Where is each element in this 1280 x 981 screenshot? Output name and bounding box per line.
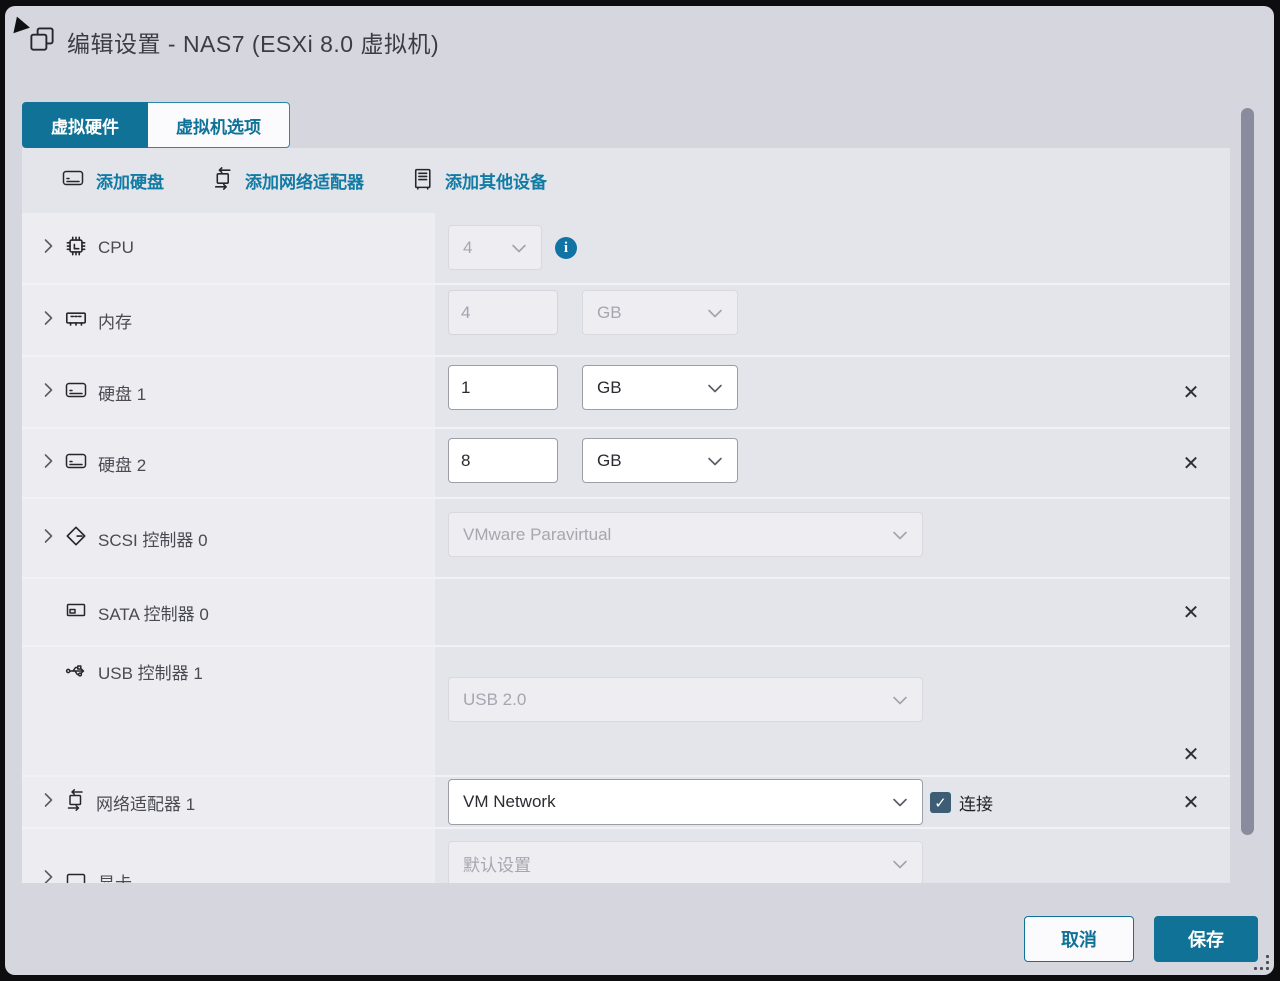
vm-edit-icon [27, 24, 57, 59]
disk1-unit-select[interactable]: GB [582, 365, 738, 410]
row-label: USB 控制器 1 [98, 659, 203, 684]
memory-icon [63, 305, 89, 336]
row-cpu: CPU 4 i [22, 213, 1230, 283]
hard-disk-icon [60, 166, 86, 195]
cancel-button[interactable]: 取消 [1024, 916, 1134, 962]
row-hard-disk-2-label-cell: 硬盘 2 [22, 429, 435, 497]
remove-disk1-button[interactable]: ✕ [1178, 379, 1204, 405]
expand-chevron-icon[interactable] [44, 382, 54, 403]
remove-sata-button[interactable]: ✕ [1178, 599, 1204, 625]
row-label: 内存 [98, 308, 132, 333]
video-card-icon [63, 869, 89, 883]
row-label: 硬盘 1 [98, 380, 146, 405]
expand-chevron-icon[interactable] [44, 528, 54, 549]
row-label: 硬盘 2 [98, 451, 146, 476]
cpu-info-icon[interactable]: i [555, 237, 577, 259]
row-memory-label-cell: 内存 [22, 285, 435, 355]
device-rows: CPU 4 i [22, 213, 1230, 883]
scsi-controller-icon [63, 523, 89, 554]
cpu-icon [63, 233, 89, 264]
edit-settings-dialog: 编辑设置 - NAS7 (ESXi 8.0 虚拟机) 虚拟硬件 虚拟机选项 添加… [5, 6, 1274, 975]
cpu-count-value: 4 [463, 238, 472, 258]
row-label: SCSI 控制器 0 [98, 526, 208, 551]
scsi-type-select: VMware Paravirtual [448, 512, 923, 557]
expand-chevron-icon[interactable] [44, 310, 54, 331]
save-button[interactable]: 保存 [1154, 916, 1258, 962]
usb-version-select: USB 2.0 [448, 677, 923, 722]
memory-unit-value: GB [597, 303, 622, 323]
hard-disk-icon [63, 378, 89, 407]
expand-chevron-icon[interactable] [44, 453, 54, 474]
add-hard-disk-button[interactable]: 添加硬盘 [60, 166, 164, 195]
row-label: SATA 控制器 0 [98, 600, 209, 625]
add-hard-disk-label: 添加硬盘 [96, 168, 164, 193]
row-hard-disk-1: 硬盘 1 GB ✕ [22, 355, 1230, 427]
dialog-header: 编辑设置 - NAS7 (ESXi 8.0 虚拟机) [27, 24, 439, 59]
row-usb-label-cell: USB 控制器 1 [22, 647, 435, 775]
row-video-card: 显卡 默认设置 [22, 827, 1230, 883]
remove-network-button[interactable]: ✕ [1178, 789, 1204, 815]
sata-controller-icon [63, 598, 89, 627]
disk1-unit-value: GB [597, 378, 622, 398]
usb-version-value: USB 2.0 [463, 690, 526, 710]
row-network-adapter: 网络适配器 1 VM Network ✓ 连接 ✕ [22, 775, 1230, 827]
memory-unit-select: GB [582, 290, 738, 335]
expand-chevron-icon[interactable] [44, 792, 54, 813]
video-card-value: 默认设置 [463, 851, 531, 876]
dialog-title: 编辑设置 - NAS7 (ESXi 8.0 虚拟机) [67, 25, 439, 59]
network-connect-checkbox[interactable]: ✓ [930, 792, 951, 813]
add-network-adapter-label: 添加网络适配器 [245, 168, 364, 193]
row-usb-controller: USB 控制器 1 USB 2.0 ✕ [22, 645, 1230, 775]
network-connect-label: 连接 [959, 790, 993, 815]
cpu-count-select: 4 [448, 225, 542, 270]
disk2-unit-select[interactable]: GB [582, 438, 738, 483]
row-network-label-cell: 网络适配器 1 [22, 777, 435, 827]
network-value: VM Network [463, 792, 556, 812]
add-device-toolbar: 添加硬盘 添加网络适配器 [22, 148, 1230, 213]
network-select[interactable]: VM Network [448, 779, 923, 825]
video-card-select: 默认设置 [448, 841, 923, 883]
remove-usb-button[interactable]: ✕ [1178, 741, 1204, 767]
row-label: CPU [98, 238, 134, 258]
usb-controller-icon [63, 659, 89, 688]
row-hard-disk-2: 硬盘 2 GB ✕ [22, 427, 1230, 497]
disk1-size-input[interactable] [448, 365, 558, 410]
add-other-device-label: 添加其他设备 [445, 168, 547, 193]
disk2-size-input[interactable] [448, 438, 558, 483]
add-network-adapter-button[interactable]: 添加网络适配器 [210, 166, 364, 196]
expand-chevron-icon[interactable] [44, 238, 54, 259]
hardware-panel: 添加硬盘 添加网络适配器 [22, 148, 1230, 883]
row-sata-label-cell: SATA 控制器 0 [22, 579, 435, 645]
network-connect-group: ✓ 连接 [930, 790, 993, 815]
row-label: 网络适配器 1 [96, 790, 195, 815]
row-label: 显卡 [98, 869, 132, 883]
remove-disk2-button[interactable]: ✕ [1178, 450, 1204, 476]
hard-disk-icon [63, 449, 89, 478]
tab-bar: 虚拟硬件 虚拟机选项 [22, 102, 290, 148]
expand-chevron-icon[interactable] [44, 869, 54, 883]
resize-grip[interactable] [1255, 956, 1269, 970]
row-video-card-label-cell: 显卡 [22, 829, 435, 883]
row-sata-controller: SATA 控制器 0 ✕ [22, 577, 1230, 645]
row-scsi-label-cell: SCSI 控制器 0 [22, 499, 435, 577]
vertical-scrollbar[interactable] [1241, 108, 1254, 835]
network-adapter-icon [63, 788, 87, 817]
other-device-icon [410, 166, 435, 196]
add-other-device-button[interactable]: 添加其他设备 [410, 166, 547, 196]
row-cpu-label-cell: CPU [22, 213, 435, 283]
network-adapter-icon [210, 166, 235, 196]
scsi-type-value: VMware Paravirtual [463, 525, 611, 545]
tab-vm-options[interactable]: 虚拟机选项 [148, 102, 290, 148]
memory-size-input [448, 290, 558, 335]
tab-virtual-hardware[interactable]: 虚拟硬件 [22, 102, 148, 148]
row-hard-disk-1-label-cell: 硬盘 1 [22, 357, 435, 427]
row-memory: 内存 GB [22, 283, 1230, 355]
disk2-unit-value: GB [597, 451, 622, 471]
row-scsi-controller: SCSI 控制器 0 VMware Paravirtual [22, 497, 1230, 577]
